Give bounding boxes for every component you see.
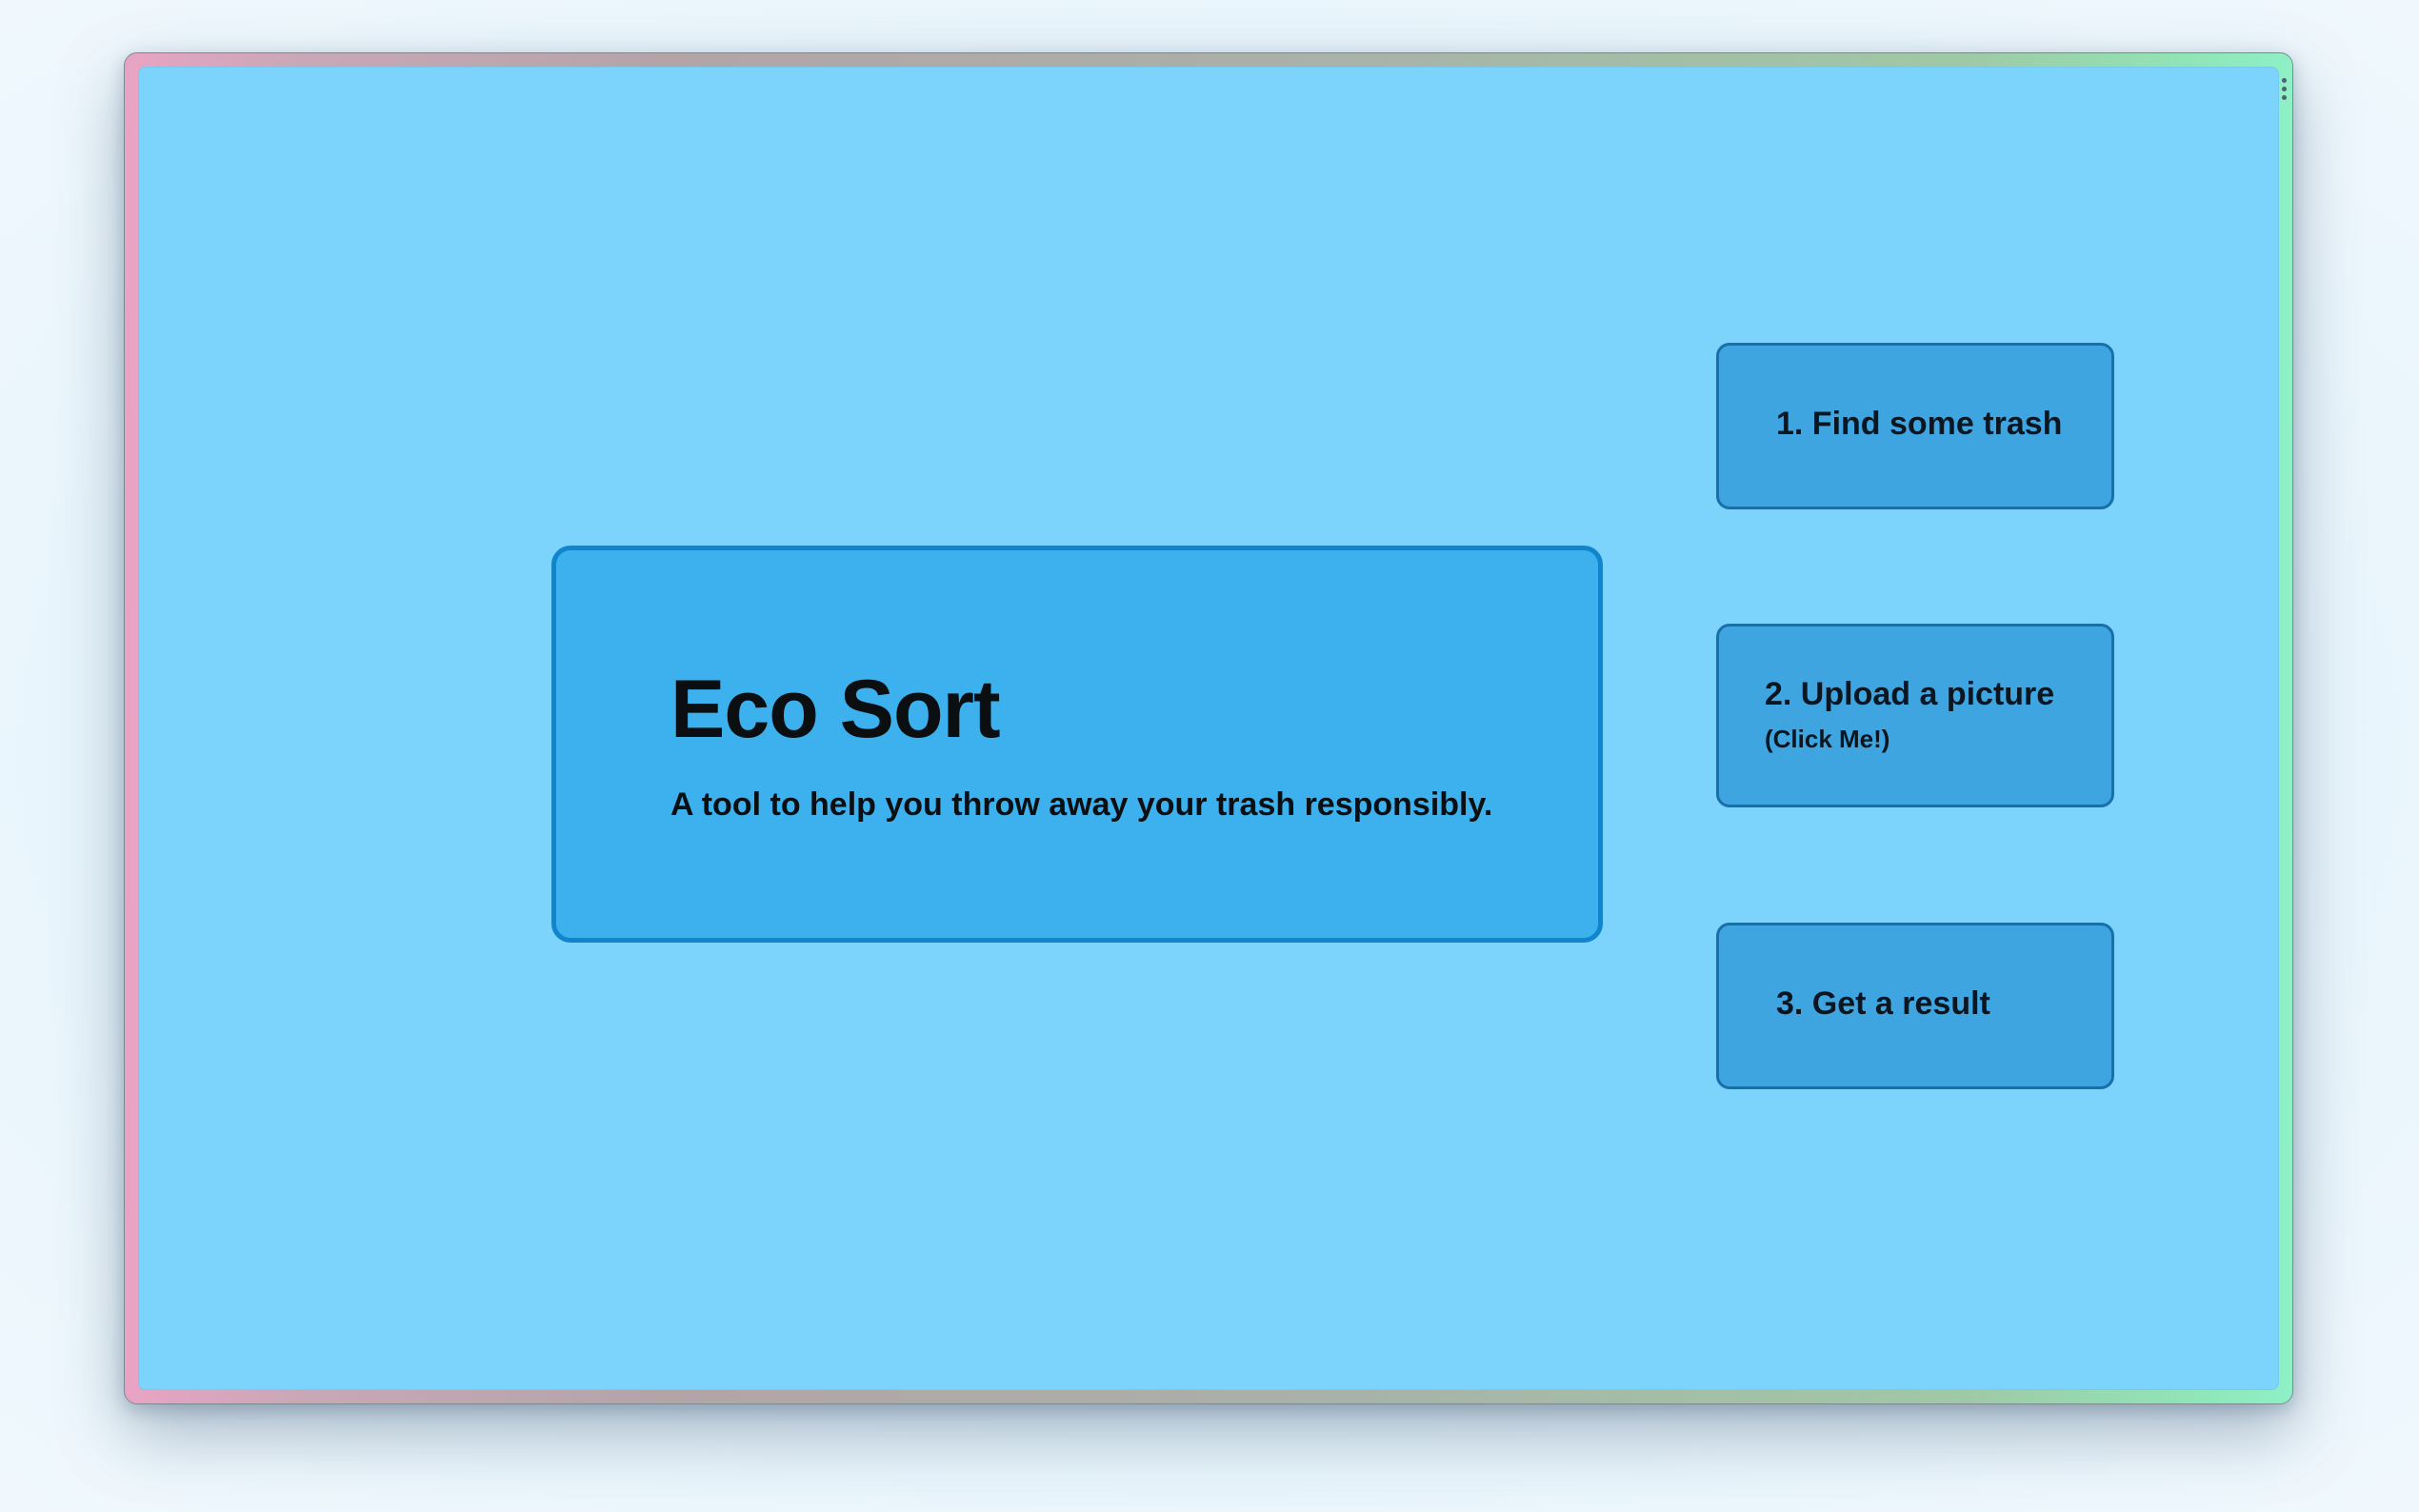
page-subtitle: A tool to help you throw away your trash… [670,786,1493,823]
step-label: 3. Get a result [1776,985,1990,1022]
hero-card: Eco Sort A tool to help you throw away y… [551,546,1603,943]
page-title: Eco Sort [670,664,1001,755]
step-upload-picture-button[interactable]: 2. Upload a picture (Click Me!) [1716,624,2114,807]
step-find-trash-button[interactable]: 1. Find some trash [1716,343,2114,509]
step-label: 1. Find some trash [1776,406,2063,442]
app-canvas: Eco Sort A tool to help you throw away y… [138,67,2287,1390]
app-window: Eco Sort A tool to help you throw away y… [124,52,2293,1404]
step-hint: (Click Me!) [1765,725,1890,753]
step-label: 2. Upload a picture [1765,676,2055,712]
step-get-result-button[interactable]: 3. Get a result [1716,923,2114,1089]
vertical-dots-icon[interactable] [2281,78,2287,100]
